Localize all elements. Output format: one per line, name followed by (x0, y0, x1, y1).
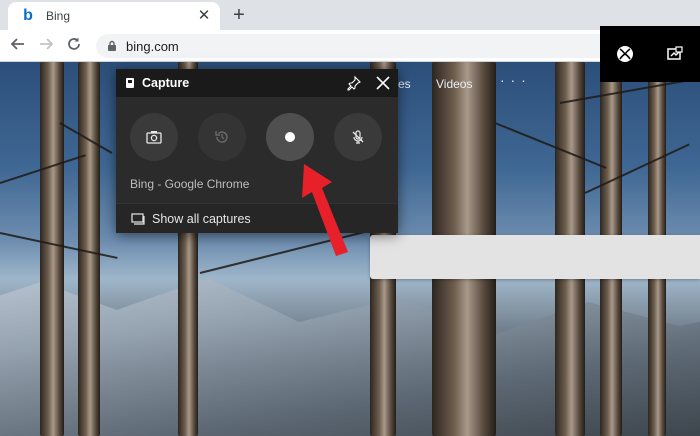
reload-icon (68, 37, 80, 50)
capture-widget-icon (126, 78, 134, 88)
capture-source-label: Bing - Google Chrome (130, 177, 250, 191)
bing-more-menu[interactable]: · · · (500, 72, 527, 88)
camera-icon (146, 131, 162, 144)
browser-tab[interactable]: b Bing ✕ (8, 2, 220, 30)
annotation-arrow (302, 164, 348, 256)
forward-button[interactable] (36, 36, 56, 56)
start-recording-button[interactable] (266, 113, 314, 161)
tab-strip: b Bing ✕ + (0, 0, 700, 30)
lock-icon (108, 40, 116, 51)
tree-branch (494, 122, 607, 169)
url-text: bing.com (126, 38, 179, 54)
pin-icon[interactable] (346, 75, 362, 91)
replay-icon (215, 131, 228, 143)
bing-nav-item[interactable]: es (398, 77, 411, 91)
bing-nav-videos[interactable]: Videos (436, 77, 472, 91)
bing-search-box[interactable] (370, 235, 700, 279)
arrow-left-icon (10, 38, 24, 50)
xbox-icon[interactable] (614, 43, 636, 65)
record-dot-icon (285, 132, 295, 142)
mic-off-icon (352, 130, 364, 144)
back-button[interactable] (8, 36, 28, 56)
capture-widget-title: Capture (142, 76, 190, 90)
show-all-captures-label: Show all captures (152, 211, 251, 226)
tab-title: Bing (46, 9, 71, 23)
reload-button[interactable] (64, 36, 84, 56)
microphone-toggle-button[interactable] (334, 113, 382, 161)
performance-widget-icon[interactable] (664, 43, 686, 65)
capture-widget-header[interactable]: Capture (116, 69, 398, 97)
close-icon[interactable] (374, 74, 392, 92)
xbox-game-bar (600, 26, 700, 82)
tree-trunk (40, 62, 64, 436)
arrow-right-icon (40, 38, 54, 50)
bing-favicon-icon: b (23, 7, 33, 24)
gallery-icon (131, 212, 145, 225)
screenshot-button[interactable] (130, 113, 178, 161)
tab-close-icon[interactable]: ✕ (196, 8, 212, 24)
record-last-30-seconds-button[interactable] (198, 113, 246, 161)
new-tab-button[interactable]: + (228, 4, 250, 26)
browser-toolbar: bing.com (0, 30, 700, 62)
address-bar[interactable]: bing.com (96, 34, 616, 58)
